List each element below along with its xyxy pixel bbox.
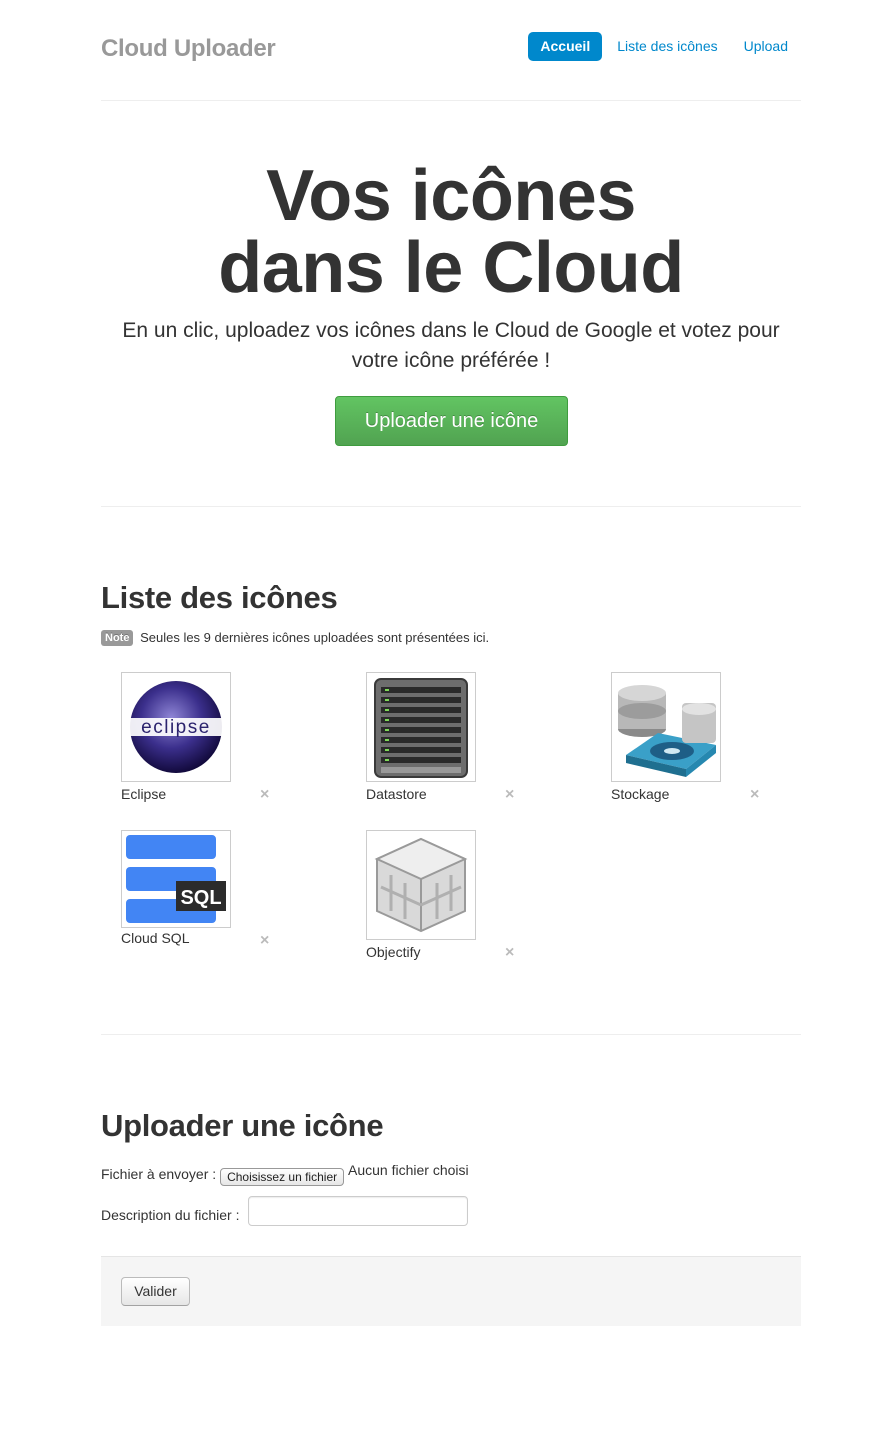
svg-text:SQL: SQL xyxy=(180,887,221,909)
remove-icon[interactable]: × xyxy=(260,787,269,803)
cube-icon xyxy=(374,837,468,933)
file-row: Fichier à envoyer : Choisissez un fichie… xyxy=(101,1162,469,1186)
icon-tile: Objectify xyxy=(366,830,476,960)
description-input[interactable] xyxy=(248,1196,468,1226)
upload-cta-button[interactable]: Uploader une icône xyxy=(335,396,568,446)
file-label: Fichier à envoyer : xyxy=(101,1166,217,1182)
remove-icon[interactable]: × xyxy=(505,945,514,961)
upload-section-title: Uploader une icône xyxy=(101,1108,384,1143)
note-text: Seules les 9 dernières icônes uploadées … xyxy=(140,630,490,645)
hero-title-line1: Vos icônes xyxy=(266,156,636,236)
nav-upload[interactable]: Upload xyxy=(731,32,801,61)
form-actions: Valider xyxy=(101,1256,801,1326)
note-line: Note Seules les 9 dernières icônes uploa… xyxy=(101,630,489,646)
hero-divider xyxy=(101,506,801,507)
icon-tile: Stockage xyxy=(611,672,721,802)
svg-text:eclipse: eclipse xyxy=(141,717,211,738)
icon-label: Cloud SQL xyxy=(121,930,190,946)
file-status: Aucun fichier choisi xyxy=(348,1162,469,1178)
storage-disk-icon xyxy=(618,685,716,777)
cloud-sql-icon: SQL xyxy=(126,835,226,923)
remove-icon[interactable]: × xyxy=(750,787,759,803)
icon-thumbnail[interactable] xyxy=(366,672,476,782)
hero-lead: En un clic, uploadez vos icônes dans le … xyxy=(122,319,780,372)
remove-icon[interactable]: × xyxy=(260,933,269,949)
icon-tile: eclipse Eclipse xyxy=(121,672,231,802)
description-label: Description du fichier : xyxy=(101,1207,240,1223)
main-nav: Accueil Liste des icônes Upload xyxy=(528,32,801,61)
icon-thumbnail[interactable] xyxy=(611,672,721,782)
page-container: Cloud Uploader Accueil Liste des icônes … xyxy=(101,0,801,1446)
nav-accueil[interactable]: Accueil xyxy=(528,32,603,61)
remove-icon[interactable]: × xyxy=(505,787,514,803)
icon-label: Eclipse xyxy=(121,786,167,802)
choose-file-button[interactable]: Choisissez un fichier xyxy=(220,1168,345,1186)
icon-tile: SQL Cloud SQL xyxy=(121,830,231,946)
icon-thumbnail[interactable]: eclipse xyxy=(121,672,231,782)
note-badge: Note xyxy=(101,630,134,646)
nav-liste-icones[interactable]: Liste des icônes xyxy=(604,32,730,61)
icon-label: Objectify xyxy=(366,944,421,960)
eclipse-icon: eclipse xyxy=(126,681,226,773)
icons-section-title: Liste des icônes xyxy=(101,580,338,615)
icon-label: Datastore xyxy=(366,786,427,802)
icon-tile: Datastore xyxy=(366,672,476,802)
server-rack-icon xyxy=(374,678,468,778)
icons-divider xyxy=(101,1034,801,1035)
header-divider xyxy=(101,100,801,101)
hero-title: Vos icônes dans le Cloud xyxy=(101,160,801,304)
brand-logo[interactable]: Cloud Uploader xyxy=(101,35,276,63)
hero-title-line2: dans le Cloud xyxy=(218,228,684,308)
icon-thumbnail[interactable] xyxy=(366,830,476,940)
icon-label: Stockage xyxy=(611,786,670,802)
submit-button[interactable]: Valider xyxy=(121,1277,190,1306)
icon-thumbnail[interactable]: SQL xyxy=(121,830,231,928)
